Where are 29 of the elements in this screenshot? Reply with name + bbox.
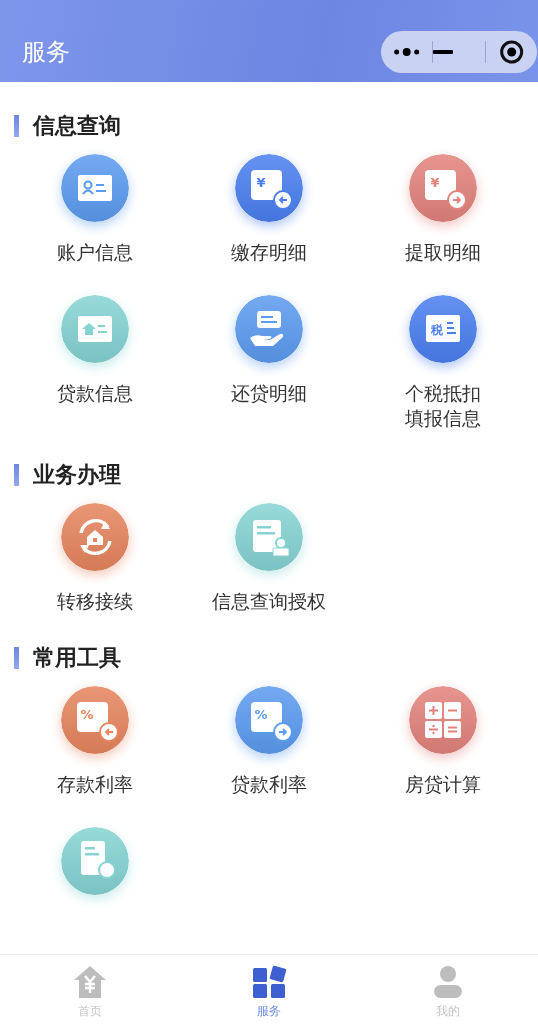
service-label[interactable]: 贷款利率: [231, 772, 307, 797]
service-label[interactable]: 提取明细: [405, 240, 481, 265]
document-arrow-icon[interactable]: ¥: [235, 154, 303, 222]
service-label[interactable]: 转移接续: [57, 589, 133, 614]
house-card-icon[interactable]: [61, 295, 129, 363]
service-label[interactable]: 信息查询授权: [212, 589, 326, 614]
section-marker: [14, 115, 19, 137]
section-marker: [14, 464, 19, 486]
service-label[interactable]: 存款利率: [57, 772, 133, 797]
page-title: 服务: [22, 37, 70, 68]
hand-card-icon[interactable]: [235, 295, 303, 363]
service-label[interactable]: 房贷计算: [405, 772, 481, 797]
section-title: 常用工具: [33, 644, 121, 672]
section-title: 业务办理: [33, 461, 121, 489]
refresh-house-icon[interactable]: [61, 503, 129, 571]
id-card-icon[interactable]: [61, 154, 129, 222]
service-label[interactable]: 还贷明细: [231, 381, 307, 406]
apps-icon: [250, 963, 288, 1001]
service-label[interactable]: 贷款信息: [57, 381, 133, 406]
stamp-document-icon[interactable]: [235, 503, 303, 571]
document-icon[interactable]: 税: [409, 295, 477, 363]
service-label[interactable]: 个税抵扣填报信息: [404, 381, 482, 431]
service-label[interactable]: 缴存明细: [231, 240, 307, 265]
document-icon[interactable]: [61, 827, 129, 895]
section-marker: [14, 647, 19, 669]
tab-item[interactable]: 服务: [179, 955, 359, 1024]
service-label[interactable]: 账户信息: [57, 240, 133, 265]
calculator-icon[interactable]: [409, 686, 477, 754]
section-title: 信息查询: [33, 112, 121, 140]
